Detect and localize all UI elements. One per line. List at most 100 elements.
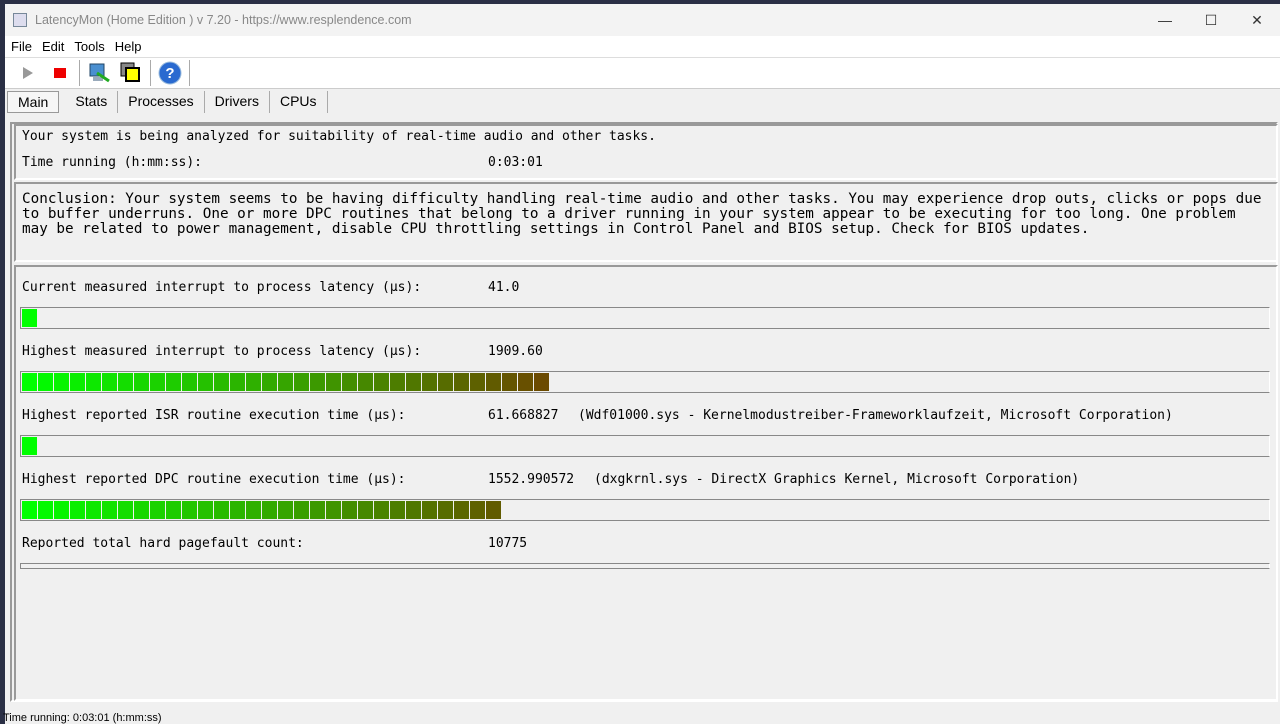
bar-segment	[278, 501, 293, 519]
bar-segment	[358, 501, 373, 519]
tab-main[interactable]: Main	[7, 91, 60, 113]
tab-stats[interactable]: Stats	[65, 91, 119, 113]
bar-segment	[246, 501, 261, 519]
toolbar-separator	[189, 60, 190, 86]
metric-label: Highest reported DPC routine execution t…	[22, 472, 406, 487]
bar-segment	[470, 373, 485, 391]
bar-segment	[22, 437, 37, 455]
metric-detail: (Wdf01000.sys - Kernelmodustreiber-Frame…	[578, 408, 1173, 423]
bar-segment	[310, 501, 325, 519]
bar-segment	[198, 501, 213, 519]
bar-segment	[214, 373, 229, 391]
close-button[interactable]: ✕	[1234, 12, 1280, 29]
menu-tools[interactable]: Tools	[74, 39, 104, 54]
bar-segment	[374, 373, 389, 391]
tab-drivers[interactable]: Drivers	[205, 91, 270, 113]
menu-edit[interactable]: Edit	[42, 39, 64, 54]
metric-label: Reported total hard pagefault count:	[22, 536, 304, 551]
conclusion-text: Conclusion: Your system seems to be havi…	[22, 191, 1262, 237]
latency-bar	[20, 307, 1270, 329]
toolbar: ?	[5, 58, 1280, 89]
metric-label: Highest reported ISR routine execution t…	[22, 408, 406, 423]
metric-value: 41.0	[488, 280, 520, 295]
metric-value: 61.668827	[488, 408, 559, 423]
bar-segment	[150, 373, 165, 391]
bar-segment	[70, 501, 85, 519]
windows-icon[interactable]	[118, 60, 144, 86]
analysis-text: Your system is being analyzed for suitab…	[22, 129, 656, 144]
bar-segment	[262, 373, 277, 391]
tab-processes[interactable]: Processes	[118, 91, 205, 113]
bar-segment	[182, 373, 197, 391]
bar-segment	[22, 501, 37, 519]
bar-segment	[486, 373, 501, 391]
bar-segment	[86, 373, 101, 391]
bar-segment	[390, 373, 405, 391]
menu-file[interactable]: File	[11, 39, 32, 54]
maximize-button[interactable]: ☐	[1188, 12, 1234, 29]
bar-segment	[534, 373, 549, 391]
bar-segment	[38, 373, 53, 391]
bar-segment	[86, 501, 101, 519]
latency-bar	[20, 371, 1270, 393]
metric-value: 1909.60	[488, 344, 543, 359]
bar-segment	[310, 373, 325, 391]
bar-segment	[38, 501, 53, 519]
bar-segment	[54, 501, 69, 519]
bar-segment	[166, 501, 181, 519]
metric-value: 1552.990572	[488, 472, 575, 487]
stop-icon[interactable]	[47, 60, 73, 86]
title-bar: LatencyMon (Home Edition ) v 7.20 - http…	[5, 4, 1280, 36]
metric-label: Highest measured interrupt to process la…	[22, 344, 422, 359]
bar-segment	[134, 501, 149, 519]
bar-segment	[294, 501, 309, 519]
latency-bar	[20, 563, 1270, 569]
bar-segment	[102, 501, 117, 519]
latency-bar	[20, 435, 1270, 457]
bar-segment	[454, 501, 469, 519]
window-title: LatencyMon (Home Edition ) v 7.20 - http…	[35, 13, 412, 27]
metric-value: 10775	[488, 536, 528, 551]
monitor-icon[interactable]	[86, 60, 112, 86]
bar-segment	[118, 373, 133, 391]
bar-segment	[374, 501, 389, 519]
bar-segment	[246, 373, 261, 391]
bar-segment	[454, 373, 469, 391]
bar-segment	[54, 373, 69, 391]
latency-bar	[20, 499, 1270, 521]
toolbar-separator	[150, 60, 151, 86]
bar-segment	[150, 501, 165, 519]
bar-segment	[166, 373, 181, 391]
bar-segment	[502, 373, 517, 391]
bar-segment	[278, 373, 293, 391]
menu-bar: File Edit Tools Help	[5, 36, 1280, 58]
bar-segment	[358, 373, 373, 391]
bar-segment	[102, 373, 117, 391]
bar-segment	[326, 501, 341, 519]
metric-detail: (dxgkrnl.sys - DirectX Graphics Kernel, …	[594, 472, 1080, 487]
bar-segment	[198, 373, 213, 391]
bar-segment	[294, 373, 309, 391]
bar-segment	[518, 373, 533, 391]
bar-segment	[470, 501, 485, 519]
bar-segment	[22, 309, 37, 327]
play-icon[interactable]	[15, 60, 41, 86]
menu-help[interactable]: Help	[115, 39, 142, 54]
bar-segment	[70, 373, 85, 391]
conclusion-panel: Conclusion: Your system seems to be havi…	[14, 182, 1278, 262]
tab-cpus[interactable]: CPUs	[270, 91, 328, 113]
metrics-panel: Current measured interrupt to process la…	[14, 265, 1278, 701]
help-icon[interactable]: ?	[157, 60, 183, 86]
bar-segment	[22, 373, 37, 391]
bar-segment	[230, 501, 245, 519]
bar-segment	[262, 501, 277, 519]
bar-segment	[486, 501, 501, 519]
bar-segment	[438, 373, 453, 391]
bar-segment	[390, 501, 405, 519]
bar-segment	[406, 373, 421, 391]
bar-segment	[230, 373, 245, 391]
time-running-value: 0:03:01	[488, 155, 543, 170]
svg-text:?: ?	[165, 65, 174, 82]
analysis-panel: Your system is being analyzed for suitab…	[14, 124, 1278, 180]
minimize-button[interactable]: —	[1142, 12, 1188, 29]
